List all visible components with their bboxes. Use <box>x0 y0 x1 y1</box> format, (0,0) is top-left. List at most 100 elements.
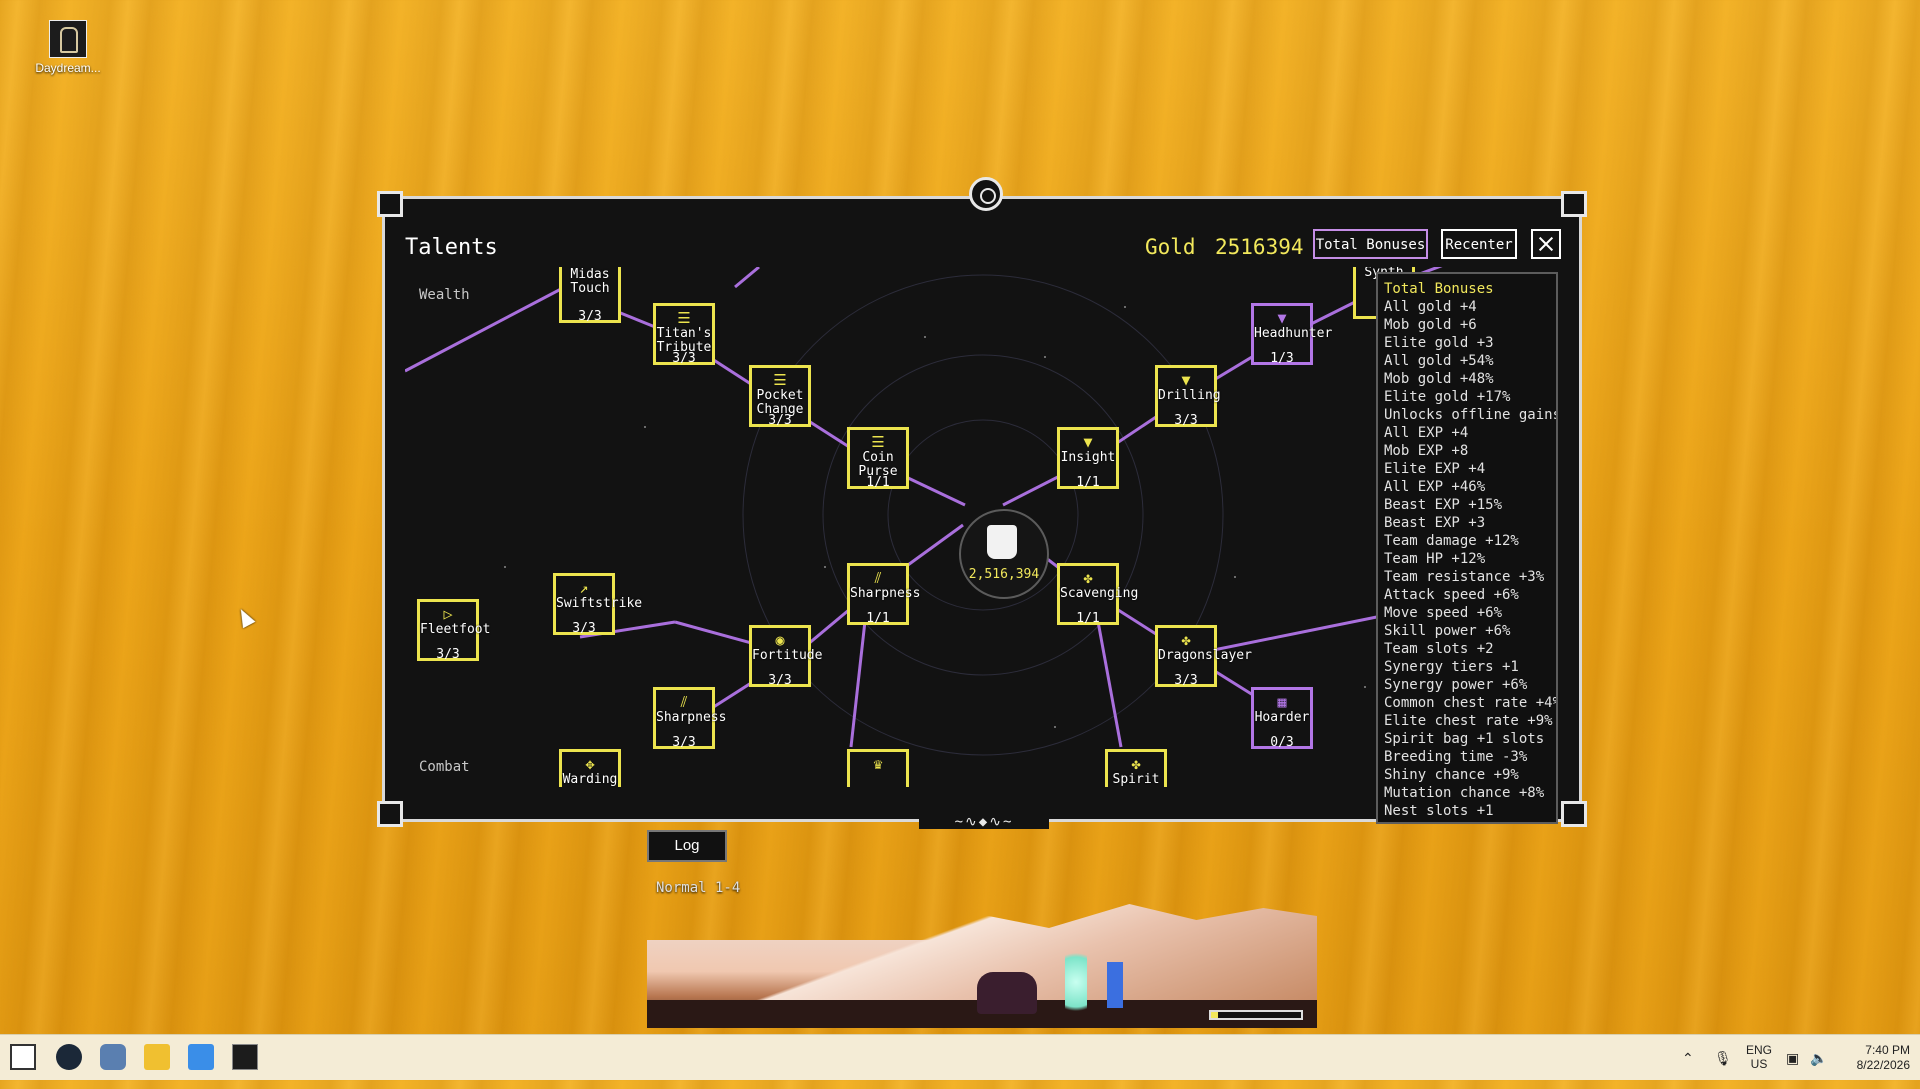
talent-name: Sharpness <box>850 586 921 601</box>
talent-node-fortitude[interactable]: ◉ Fortitude 3/3 <box>749 625 822 688</box>
talent-node-coin-purse[interactable]: ☰ Coin Purse 1/1 <box>847 427 909 490</box>
file-explorer-icon[interactable] <box>144 1044 170 1070</box>
language-indicator[interactable]: ENG US <box>1746 1043 1772 1089</box>
talent-name: Dragonslayer <box>1158 648 1252 663</box>
shield-icon: ◉ <box>775 631 785 649</box>
talent-node-hoarder[interactable]: ▦ Hoarder 0/3 <box>1251 687 1313 750</box>
microphone-icon[interactable]: 🎙 <box>1714 1035 1732 1081</box>
talent-node-drilling[interactable]: ▼ Drilling 3/3 <box>1155 365 1221 428</box>
talent-level: 3/3 <box>1174 673 1198 688</box>
talent-node-headhunter[interactable]: ▼ Headhunter 1/3 <box>1251 303 1333 366</box>
talent-node-spirit[interactable]: ✤ Spirit <box>1105 749 1167 787</box>
bonus-line: Shiny chance +9% <box>1384 767 1519 783</box>
talent-node-titans-tribute[interactable]: ☰ Titan's Tribute 3/3 <box>653 303 715 366</box>
talent-level: 3/3 <box>768 413 792 428</box>
enemy-monster <box>977 972 1037 1014</box>
book-icon: ▼ <box>1277 309 1287 327</box>
talent-name: Touch <box>570 281 610 296</box>
app-icon-blue[interactable] <box>100 1044 126 1070</box>
talent-name: Titan's <box>656 326 712 341</box>
arrow-icon: ↗ <box>579 579 589 597</box>
crown-icon: ♛ <box>873 755 883 773</box>
clover-icon: ✤ <box>1083 569 1093 587</box>
talent-node-dragonslayer[interactable]: ✤ Dragonslayer 3/3 <box>1155 625 1252 688</box>
frame-top-ornament <box>969 177 1003 211</box>
talent-name: Scavenging <box>1060 586 1139 601</box>
bonus-line: Common chest rate +4% <box>1384 695 1558 711</box>
recenter-button[interactable]: Recenter <box>1441 229 1517 259</box>
talent-node-sharpness-core[interactable]: ⫽ Sharpness 1/1 <box>847 563 921 626</box>
frame-corner-ornament <box>1561 801 1587 827</box>
taskbar: ⌃ 🎙 ENG US ▣ 🔈 7:40 PM 8/22/2026 <box>0 1034 1920 1080</box>
bonus-line: Breeding time -3% <box>1384 749 1528 765</box>
talent-node-pocket-change[interactable]: ☰ Pocket Change 3/3 <box>749 365 811 428</box>
progress-fill <box>1211 1012 1219 1018</box>
talent-node-fleetfoot[interactable]: ▷ Fleetfoot 3/3 <box>417 599 490 662</box>
talent-level: 3/3 <box>1174 413 1198 428</box>
progress-bar <box>1209 1010 1303 1020</box>
desktop-shortcut-daydream[interactable]: Daydream... <box>30 20 106 75</box>
bonuses-title: Total Bonuses <box>1384 281 1494 297</box>
notepad-icon[interactable] <box>188 1044 214 1070</box>
total-bonuses-panel: Total Bonuses All gold +4 Mob gold +6 Elit… <box>1376 272 1558 824</box>
bonus-line: All EXP +4 <box>1384 425 1469 441</box>
talent-level: 1/3 <box>1270 351 1294 366</box>
talent-level: 3/3 <box>572 621 596 636</box>
bonus-line: Elite EXP +4 <box>1384 461 1486 477</box>
close-button[interactable] <box>1531 229 1561 259</box>
bonus-line: Team HP +12% <box>1384 551 1486 567</box>
talent-level: 0/3 <box>1270 735 1294 750</box>
bonus-line: All gold +4 <box>1384 299 1477 315</box>
talent-node-warding[interactable]: ✥ Warding <box>559 749 621 787</box>
daydream-app-icon[interactable] <box>232 1044 258 1070</box>
talent-node-sharpness[interactable]: ⫽ Sharpness 3/3 <box>653 687 727 750</box>
gold-label: Gold <box>1145 235 1196 259</box>
frame-corner-ornament <box>1561 191 1587 217</box>
bonus-line: Attack speed +6% <box>1384 587 1519 603</box>
talent-name: Headhunter <box>1254 326 1333 341</box>
book-icon: ▼ <box>1181 371 1191 389</box>
hero-character <box>1107 962 1123 1008</box>
talent-node-scavenging[interactable]: ✤ Scavenging 1/1 <box>1057 563 1139 626</box>
frame-bottom-ornament: ~∿◆∿~ <box>919 815 1049 829</box>
bonus-line: Unlocks offline gains <box>1384 407 1558 423</box>
network-icon[interactable]: ▣ <box>1786 1035 1799 1081</box>
battle-view[interactable] <box>647 902 1317 1028</box>
section-label-wealth: Wealth <box>419 287 470 303</box>
talent-level: 3/3 <box>768 673 792 688</box>
log-button[interactable]: Log <box>647 830 727 862</box>
desktop-shortcut-label: Daydream... <box>35 61 101 75</box>
talent-name: Swiftstrike <box>556 596 643 611</box>
bonus-line: Team slots +2 <box>1384 641 1494 657</box>
volume-icon[interactable]: 🔈 <box>1810 1035 1827 1081</box>
talent-name: Sharpness <box>656 710 727 725</box>
talent-name: Drilling <box>1158 388 1221 403</box>
talent-level: 1/1 <box>1076 611 1100 626</box>
tray-chevron-icon[interactable]: ⌃ <box>1682 1035 1694 1081</box>
clover-icon: ✤ <box>1131 755 1141 773</box>
mouse-cursor-icon <box>234 605 256 629</box>
bonus-line: Team damage +12% <box>1384 533 1519 549</box>
stage-label: Normal 1-4 <box>656 880 741 896</box>
talent-node-unknown[interactable]: ♛ <box>847 749 909 787</box>
bonus-line: Move speed +6% <box>1384 605 1503 621</box>
section-label-combat: Combat <box>419 759 470 775</box>
talent-node-swiftstrike[interactable]: ↗ Swiftstrike 3/3 <box>553 573 643 636</box>
spell-effect <box>1065 942 1087 1022</box>
talent-name: Warding <box>562 772 618 787</box>
talent-root-node[interactable]: 2,516,394 <box>959 509 1049 599</box>
talent-name: Hoarder <box>1254 710 1310 725</box>
language-code: ENG <box>1746 1043 1773 1057</box>
total-bonuses-button[interactable]: Total Bonuses <box>1313 229 1428 259</box>
clover-icon: ✤ <box>1181 631 1191 649</box>
talent-level: 3/3 <box>436 647 460 662</box>
coin-stack-icon: ☰ <box>677 309 691 327</box>
window-title: Talents <box>405 235 498 260</box>
bonus-line: Beast EXP +15% <box>1384 497 1503 513</box>
talent-node-midas-touch[interactable]: Midas Touch 3/3 <box>559 267 621 324</box>
gold-value: 2516394 <box>1215 235 1304 259</box>
steam-icon[interactable] <box>56 1044 82 1070</box>
start-button-icon[interactable] <box>10 1044 36 1070</box>
talent-node-insight[interactable]: ▼ Insight 1/1 <box>1057 427 1119 490</box>
clock[interactable]: 7:40 PM 8/22/2026 <box>1840 1043 1910 1089</box>
